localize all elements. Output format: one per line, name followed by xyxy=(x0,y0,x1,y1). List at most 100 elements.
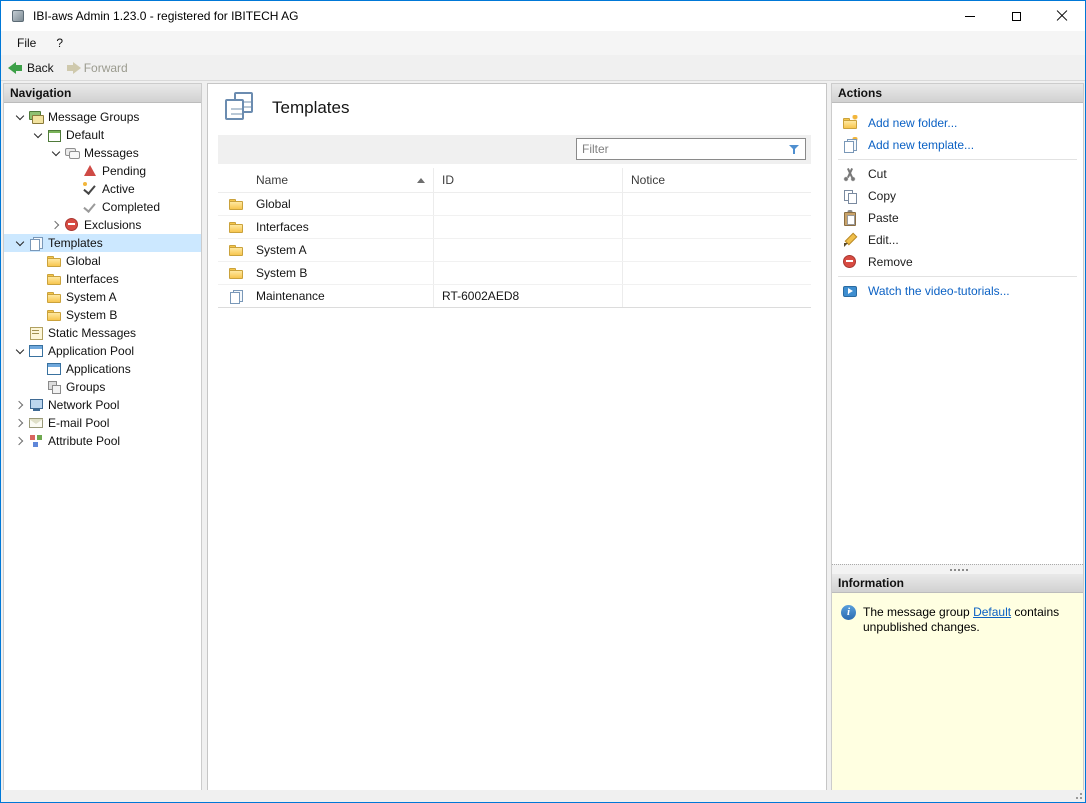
action-add-new-folder[interactable]: Add new folder... xyxy=(832,112,1083,134)
action-copy[interactable]: Copy xyxy=(832,185,1083,207)
chevron-right-icon[interactable] xyxy=(12,433,28,449)
tree-item-static-messages[interactable]: Static Messages xyxy=(4,324,201,342)
folder-icon xyxy=(228,242,244,258)
toolbar: Back Forward xyxy=(1,55,1085,81)
actions-divider xyxy=(838,276,1077,277)
tree-item-application-pool[interactable]: Application Pool xyxy=(4,342,201,360)
tree-item-system-a[interactable]: System A xyxy=(4,288,201,306)
add-folder-icon xyxy=(842,115,858,131)
chevron-down-icon[interactable] xyxy=(12,235,28,251)
chevron-down-icon[interactable] xyxy=(12,109,28,125)
tree-item-label: Groups xyxy=(66,380,105,394)
close-button[interactable] xyxy=(1039,1,1085,31)
forward-label: Forward xyxy=(84,61,128,75)
tree-item-completed[interactable]: Completed xyxy=(4,198,201,216)
filter-input[interactable] xyxy=(577,139,787,159)
information-panel: The message group Default contains unpub… xyxy=(832,593,1083,790)
cell-notice xyxy=(623,262,811,284)
back-label: Back xyxy=(27,61,54,75)
filter-funnel-icon[interactable] xyxy=(787,142,802,157)
window-controls xyxy=(947,1,1085,31)
folder-icon xyxy=(46,253,62,269)
column-header-name[interactable]: Name xyxy=(254,168,434,192)
tree-item-label: E-mail Pool xyxy=(48,416,109,430)
cell-icon xyxy=(218,285,254,307)
close-icon xyxy=(1056,10,1068,22)
table-row[interactable]: System A xyxy=(218,239,811,262)
tree-spacer xyxy=(30,379,46,395)
actions-divider xyxy=(838,159,1077,160)
action-watch-video-tutorials[interactable]: Watch the video-tutorials... xyxy=(832,280,1083,302)
column-header-notice[interactable]: Notice xyxy=(623,168,811,192)
resize-grip[interactable] xyxy=(1072,789,1082,799)
cell-icon xyxy=(218,193,254,215)
panel-splitter[interactable] xyxy=(832,564,1083,574)
page-title-row: Templates xyxy=(223,92,349,123)
action-cut[interactable]: Cut xyxy=(832,163,1083,185)
tree-spacer xyxy=(12,325,28,341)
templates-icon xyxy=(223,92,257,123)
table-row[interactable]: Interfaces xyxy=(218,216,811,239)
action-label: Cut xyxy=(868,167,887,181)
chevron-right-icon[interactable] xyxy=(12,397,28,413)
page-title: Templates xyxy=(272,98,349,118)
cell-icon xyxy=(218,239,254,261)
menu-help[interactable]: ? xyxy=(46,31,73,55)
action-edit[interactable]: Edit... xyxy=(832,229,1083,251)
tree-item-active[interactable]: Active xyxy=(4,180,201,198)
tree-item-global[interactable]: Global xyxy=(4,252,201,270)
tree-item-pending[interactable]: Pending xyxy=(4,162,201,180)
video-icon xyxy=(842,283,858,299)
messages-icon xyxy=(64,145,80,161)
back-button[interactable]: Back xyxy=(5,57,62,79)
tree-item-groups[interactable]: Groups xyxy=(4,378,201,396)
table-row[interactable]: System B xyxy=(218,262,811,285)
menu-file[interactable]: File xyxy=(7,31,46,55)
tree-item-system-b[interactable]: System B xyxy=(4,306,201,324)
tree-item-messages[interactable]: Messages xyxy=(4,144,201,162)
column-header-id[interactable]: ID xyxy=(434,168,623,192)
chevron-down-icon[interactable] xyxy=(12,343,28,359)
tree-item-email-pool[interactable]: E-mail Pool xyxy=(4,414,201,432)
tree-item-message-groups[interactable]: Message Groups xyxy=(4,108,201,126)
table-row[interactable]: Global xyxy=(218,193,811,216)
action-add-new-template[interactable]: Add new template... xyxy=(832,134,1083,156)
chevron-right-icon[interactable] xyxy=(48,217,64,233)
active-check-icon xyxy=(82,181,98,197)
tree-item-label: Attribute Pool xyxy=(48,434,120,448)
cell-notice xyxy=(623,193,811,215)
maximize-button[interactable] xyxy=(993,1,1039,31)
tree-spacer xyxy=(66,163,82,179)
sort-ascending-icon xyxy=(417,178,425,183)
action-label: Paste xyxy=(868,211,899,225)
information-header: Information xyxy=(832,574,1083,593)
actions-list: Add new folder... Add new template... Cu… xyxy=(832,103,1083,564)
tree-item-templates[interactable]: Templates xyxy=(4,234,201,252)
minimize-button[interactable] xyxy=(947,1,993,31)
groups-icon xyxy=(46,379,62,395)
chevron-down-icon[interactable] xyxy=(48,145,64,161)
tree-item-label: Default xyxy=(66,128,104,142)
chevron-down-icon[interactable] xyxy=(30,127,46,143)
maximize-icon xyxy=(1012,12,1021,21)
column-header-label: ID xyxy=(442,173,454,187)
action-paste[interactable]: Paste xyxy=(832,207,1083,229)
table-row[interactable]: Maintenance RT-6002AED8 xyxy=(218,285,811,308)
default-group-link[interactable]: Default xyxy=(973,605,1011,619)
cut-icon xyxy=(842,166,858,182)
tree-item-default[interactable]: Default xyxy=(4,126,201,144)
tree-item-attribute-pool[interactable]: Attribute Pool xyxy=(4,432,201,450)
tree-item-interfaces[interactable]: Interfaces xyxy=(4,270,201,288)
cell-notice xyxy=(623,239,811,261)
tree-item-network-pool[interactable]: Network Pool xyxy=(4,396,201,414)
window-title: IBI-aws Admin 1.23.0 - registered for IB… xyxy=(33,9,298,23)
cell-id xyxy=(434,239,623,261)
cell-name: System B xyxy=(254,262,434,284)
paste-icon xyxy=(842,210,858,226)
chevron-right-icon[interactable] xyxy=(12,415,28,431)
app-window: IBI-aws Admin 1.23.0 - registered for IB… xyxy=(0,0,1086,803)
tree-item-applications[interactable]: Applications xyxy=(4,360,201,378)
action-remove[interactable]: Remove xyxy=(832,251,1083,273)
forward-button[interactable]: Forward xyxy=(62,57,136,79)
tree-item-exclusions[interactable]: Exclusions xyxy=(4,216,201,234)
